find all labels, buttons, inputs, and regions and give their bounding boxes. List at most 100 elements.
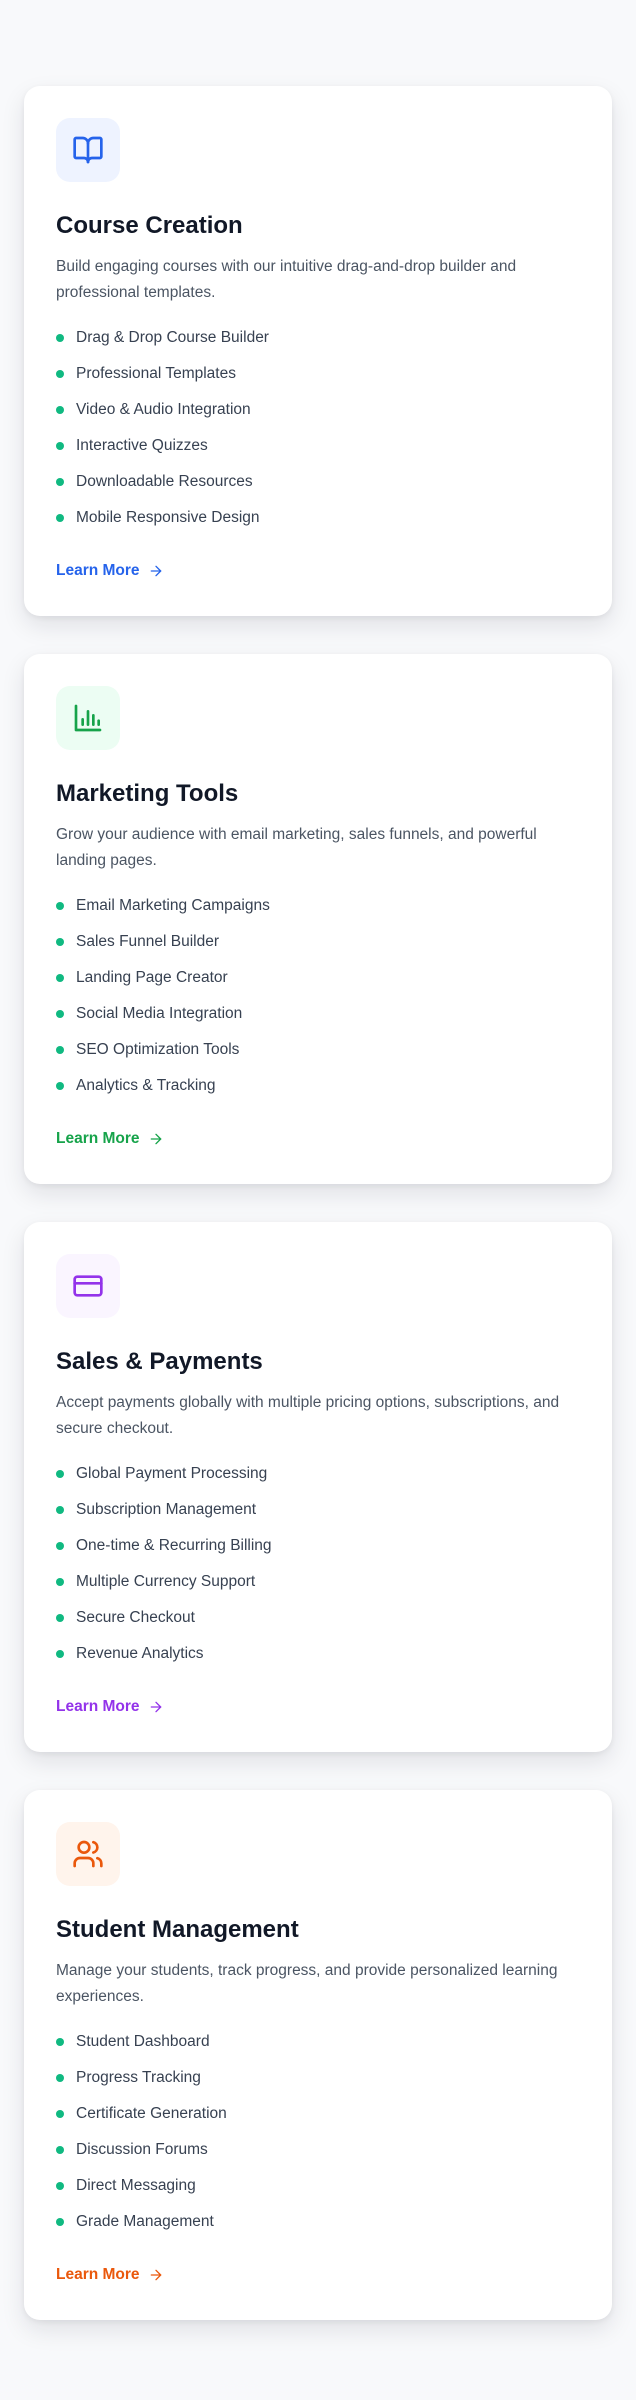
learn-more-link[interactable]: Learn More [56, 1698, 164, 1716]
feature-label: One-time & Recurring Billing [76, 1537, 272, 1554]
feature-list: Drag & Drop Course Builder Professional … [56, 320, 580, 536]
feature-card-course-creation: Course Creation Build engaging courses w… [24, 86, 612, 616]
feature-item: Direct Messaging [56, 2168, 580, 2204]
feature-label: Certificate Generation [76, 2105, 227, 2122]
users-icon [73, 1840, 103, 1868]
feature-cards: Course Creation Build engaging courses w… [0, 0, 636, 2400]
bullet-dot [56, 442, 64, 450]
feature-label: Social Media Integration [76, 1005, 243, 1022]
learn-more-link[interactable]: Learn More [56, 562, 164, 580]
bullet-dot [56, 2110, 64, 2118]
feature-item: Mobile Responsive Design [56, 500, 580, 536]
feature-label: Multiple Currency Support [76, 1573, 256, 1590]
feature-label: Revenue Analytics [76, 1645, 204, 1662]
bullet-dot [56, 478, 64, 486]
card-description: Build engaging courses with our intuitiv… [56, 258, 517, 301]
bullet-dot [56, 1010, 64, 1018]
learn-more-label: Learn More [56, 2266, 140, 2283]
feature-item: One-time & Recurring Billing [56, 1528, 580, 1564]
icon-container [56, 686, 120, 750]
feature-item: Landing Page Creator [56, 960, 580, 996]
bullet-dot [56, 334, 64, 342]
feature-label: Landing Page Creator [76, 969, 228, 986]
arrow-right-icon [150, 2269, 161, 2281]
feature-list: Global Payment Processing Subscription M… [56, 1456, 580, 1672]
card-title: Marketing Tools [56, 780, 239, 807]
feature-item: Interactive Quizzes [56, 428, 580, 464]
feature-label: Secure Checkout [76, 1609, 195, 1626]
feature-label: Email Marketing Campaigns [76, 897, 270, 914]
learn-more-link[interactable]: Learn More [56, 2266, 164, 2284]
feature-item: Video & Audio Integration [56, 392, 580, 428]
icon-container [56, 1822, 120, 1886]
feature-label: Mobile Responsive Design [76, 509, 260, 526]
feature-card-marketing-tools: Marketing Tools Grow your audience with … [24, 654, 612, 1184]
bullet-dot [56, 974, 64, 982]
card-title: Student Management [56, 1916, 299, 1943]
feature-item: Social Media Integration [56, 996, 580, 1032]
feature-item: Discussion Forums [56, 2132, 580, 2168]
feature-item: Student Dashboard [56, 2024, 580, 2060]
feature-item: Professional Templates [56, 356, 580, 392]
icon-container [56, 118, 120, 182]
card-description: Manage your students, track progress, an… [56, 1962, 558, 2005]
bullet-dot [56, 1506, 64, 1514]
feature-label: Analytics & Tracking [76, 1077, 216, 1094]
feature-label: Downloadable Resources [76, 473, 253, 490]
learn-more-label: Learn More [56, 562, 140, 579]
feature-list: Student Dashboard Progress Tracking Cert… [56, 2024, 580, 2240]
feature-label: SEO Optimization Tools [76, 1041, 240, 1058]
learn-more-link[interactable]: Learn More [56, 1130, 164, 1148]
bullet-dot [56, 2038, 64, 2046]
feature-item: Global Payment Processing [56, 1456, 580, 1492]
feature-item: Sales Funnel Builder [56, 924, 580, 960]
feature-label: Professional Templates [76, 365, 236, 382]
feature-item: SEO Optimization Tools [56, 1032, 580, 1068]
bullet-dot [56, 1046, 64, 1054]
credit-card-icon [73, 1275, 103, 1297]
feature-label: Student Dashboard [76, 2033, 210, 2050]
feature-label: Progress Tracking [76, 2069, 201, 2086]
learn-more-label: Learn More [56, 1130, 140, 1147]
feature-item: Email Marketing Campaigns [56, 888, 580, 924]
feature-item: Downloadable Resources [56, 464, 580, 500]
feature-label: Interactive Quizzes [76, 437, 208, 454]
feature-label: Direct Messaging [76, 2177, 196, 2194]
feature-label: Subscription Management [76, 1501, 257, 1518]
feature-label: Discussion Forums [76, 2141, 208, 2158]
bullet-dot [56, 1578, 64, 1586]
feature-item: Revenue Analytics [56, 1636, 580, 1672]
feature-card-sales-payments: Sales & Payments Accept payments globall… [24, 1222, 612, 1752]
feature-item: Subscription Management [56, 1492, 580, 1528]
feature-list: Email Marketing Campaigns Sales Funnel B… [56, 888, 580, 1104]
feature-item: Progress Tracking [56, 2060, 580, 2096]
feature-label: Global Payment Processing [76, 1465, 268, 1482]
bullet-dot [56, 1082, 64, 1090]
feature-label: Grade Management [76, 2213, 214, 2230]
learn-more-label: Learn More [56, 1698, 140, 1715]
feature-item: Analytics & Tracking [56, 1068, 580, 1104]
bullet-dot [56, 370, 64, 378]
bullet-dot [56, 1470, 64, 1478]
arrow-right-icon [150, 1701, 161, 1713]
card-description: Accept payments globally with multiple p… [56, 1394, 560, 1437]
feature-item: Secure Checkout [56, 1600, 580, 1636]
feature-card-student-management: Student Management Manage your students,… [24, 1790, 612, 2320]
arrow-right-icon [150, 1133, 161, 1145]
bullet-dot [56, 406, 64, 414]
bullet-dot [56, 1614, 64, 1622]
bullet-dot [56, 1650, 64, 1658]
feature-label: Video & Audio Integration [76, 401, 251, 418]
feature-item: Grade Management [56, 2204, 580, 2240]
card-title: Course Creation [56, 212, 243, 239]
book-open-icon [73, 136, 103, 164]
feature-label: Drag & Drop Course Builder [76, 329, 269, 346]
feature-label: Sales Funnel Builder [76, 933, 220, 950]
bullet-dot [56, 514, 64, 522]
bullet-dot [56, 2218, 64, 2226]
feature-item: Multiple Currency Support [56, 1564, 580, 1600]
card-title: Sales & Payments [56, 1348, 263, 1375]
bullet-dot [56, 2074, 64, 2082]
bullet-dot [56, 1542, 64, 1550]
bar-chart-icon [74, 704, 102, 732]
